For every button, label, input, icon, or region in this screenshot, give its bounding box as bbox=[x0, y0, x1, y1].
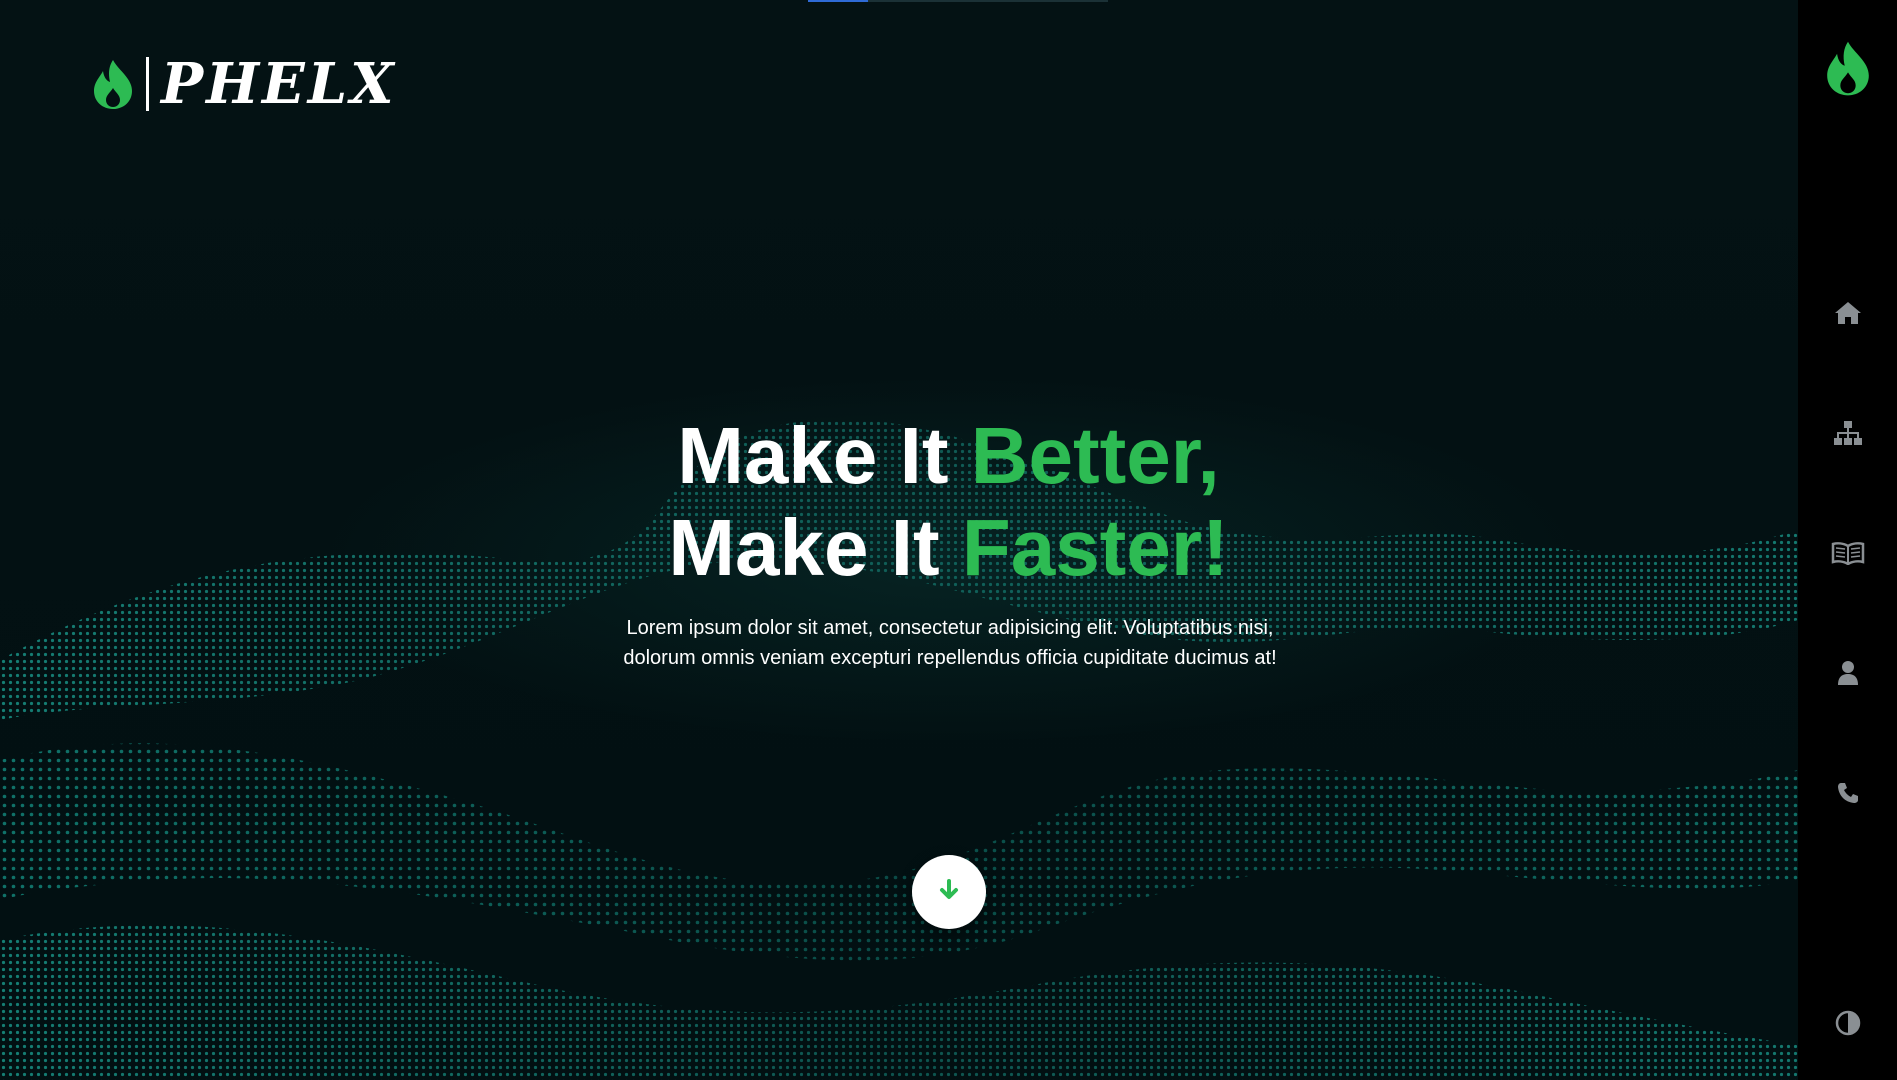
arrow-down-icon bbox=[937, 878, 961, 907]
fire-icon bbox=[1825, 39, 1871, 102]
site-logo[interactable]: PHELX bbox=[92, 56, 397, 112]
scroll-down-button[interactable] bbox=[912, 855, 986, 929]
subtitle-line-1: Lorem ipsum dolor sit amet, consectetur … bbox=[626, 617, 1274, 639]
book-icon bbox=[1831, 541, 1865, 570]
sidebar-item-about[interactable] bbox=[1798, 645, 1897, 705]
headline-line-2-accent: Faster! bbox=[961, 503, 1229, 592]
user-icon bbox=[1837, 660, 1859, 691]
brand-name: PHELX bbox=[161, 51, 397, 117]
theme-toggle-button[interactable] bbox=[1798, 995, 1897, 1055]
headline-line-1-prefix: Make It bbox=[677, 411, 971, 500]
sidebar-item-contact[interactable] bbox=[1798, 765, 1897, 825]
sidebar-item-portfolio[interactable] bbox=[1798, 525, 1897, 585]
scroll-progress-fill bbox=[808, 0, 868, 2]
hero-section: PHELX Make It Better, Make It Faster! Lo… bbox=[0, 0, 1798, 1080]
logo-divider bbox=[146, 57, 149, 111]
sidebar-logo[interactable] bbox=[1798, 38, 1897, 102]
headline-line-1: Make It Better, bbox=[0, 410, 1798, 502]
hero-headline: Make It Better, Make It Faster! bbox=[0, 410, 1798, 594]
sidebar-item-home[interactable] bbox=[1798, 285, 1897, 345]
subtitle-line-2: dolorum omnis veniam excepturi repellend… bbox=[623, 647, 1277, 669]
hero-subtitle: Lorem ipsum dolor sit amet, consectetur … bbox=[590, 613, 1310, 673]
sidebar-item-services[interactable] bbox=[1798, 405, 1897, 465]
phone-icon bbox=[1836, 781, 1860, 810]
side-navigation bbox=[1798, 0, 1897, 1080]
sitemap-icon bbox=[1833, 420, 1863, 451]
contrast-icon bbox=[1835, 1010, 1861, 1041]
home-icon bbox=[1834, 300, 1862, 331]
headline-line-1-accent: Better, bbox=[970, 411, 1220, 500]
headline-line-2: Make It Faster! bbox=[0, 502, 1798, 594]
headline-line-2-prefix: Make It bbox=[668, 503, 962, 592]
fire-icon bbox=[92, 58, 134, 110]
scroll-progress-bar bbox=[808, 0, 1108, 2]
